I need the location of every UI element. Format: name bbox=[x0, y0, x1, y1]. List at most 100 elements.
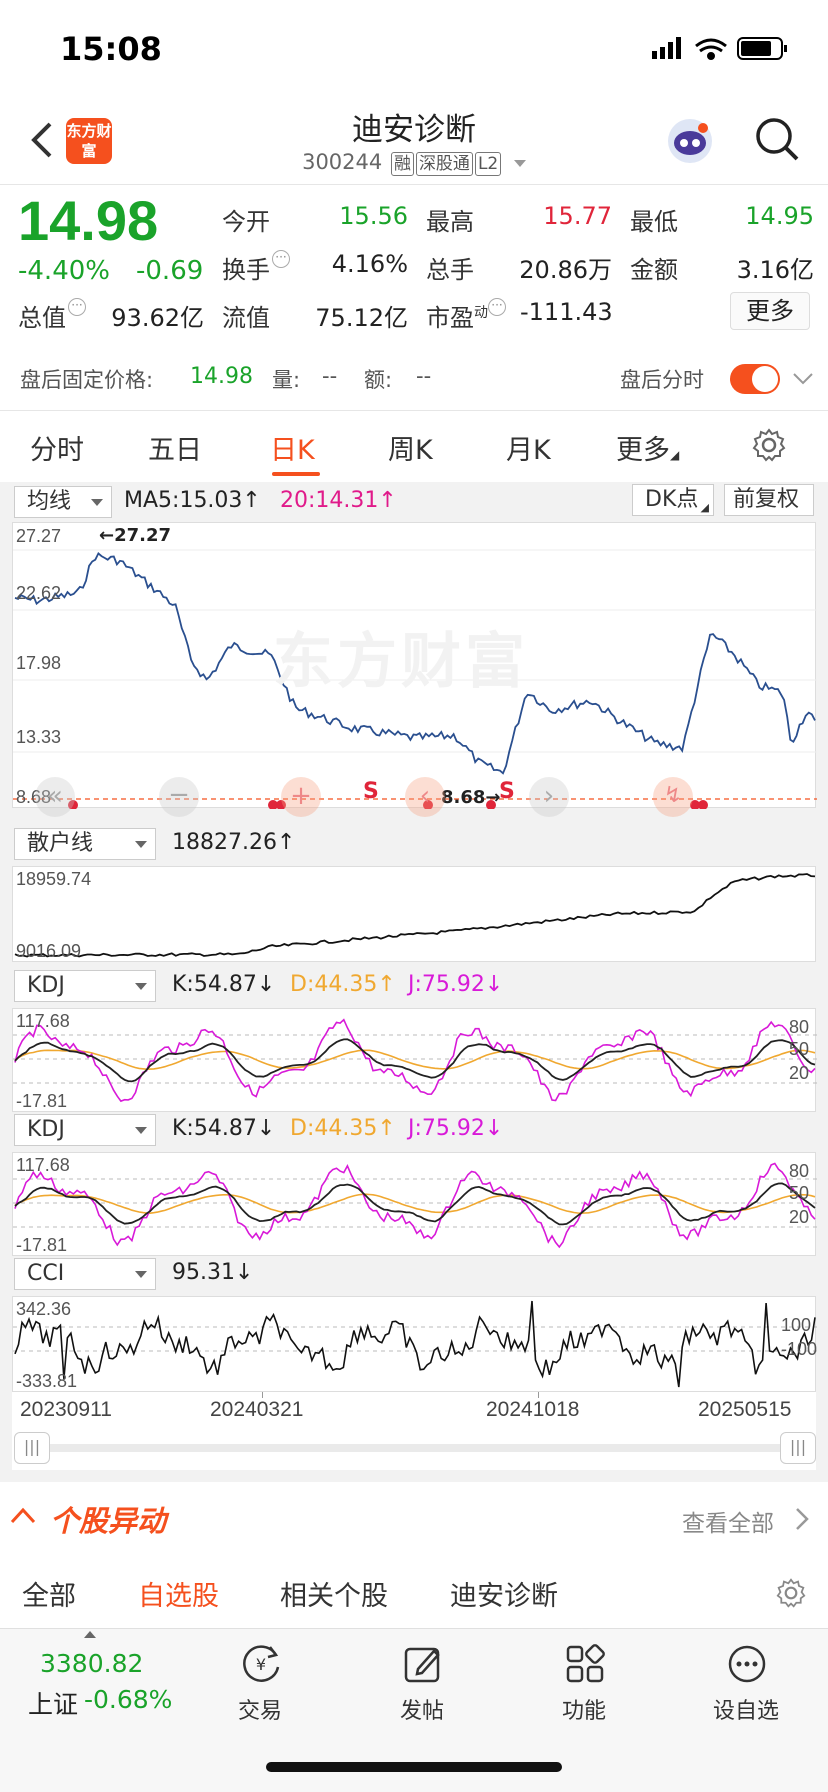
change-percent: -4.40% bbox=[18, 256, 110, 286]
add-watchlist-button[interactable]: 设自选 bbox=[686, 1639, 806, 1739]
retail-indicator-select[interactable]: 散户线 bbox=[14, 828, 156, 860]
wifi-icon bbox=[695, 38, 727, 60]
news-tab-stock[interactable]: 迪安诊断 bbox=[450, 1574, 558, 1613]
kdj-tick: 50 bbox=[789, 1039, 810, 1059]
retail-panel[interactable]: 18959.74 9016.09 bbox=[12, 866, 816, 962]
price-chart-panel[interactable]: 东方财富 27.27 22.62 17.98 13.33 8.68 ←27.27… bbox=[12, 522, 817, 817]
tab-timeshare[interactable]: 分时 bbox=[30, 428, 84, 467]
cci-indicator-select[interactable]: CCI bbox=[14, 1258, 156, 1290]
status-bar: 15:08 bbox=[0, 0, 828, 96]
tab-five-day[interactable]: 五日 bbox=[148, 428, 202, 467]
after-hours-price: 14.98 bbox=[190, 364, 253, 389]
kdj-tick: 80 bbox=[789, 1017, 810, 1037]
tab-daily-k[interactable]: 日K bbox=[270, 428, 315, 467]
kdj-indicator-select[interactable]: KDJ bbox=[14, 970, 156, 1002]
tab-monthly-k[interactable]: 月K bbox=[506, 428, 551, 467]
quote-panel: 14.98 -4.40% -0.69 今开 15.56 最高 15.77 最低 … bbox=[0, 184, 828, 346]
view-all-link[interactable]: 查看全部 bbox=[682, 1504, 774, 1538]
scroll-left-icon[interactable]: ‹ bbox=[405, 777, 445, 817]
dk-point-button[interactable]: DK点 ◢ bbox=[632, 484, 714, 516]
index-change: -0.68% bbox=[84, 1685, 173, 1714]
kdj-chart bbox=[13, 1162, 817, 1249]
range-slider[interactable]: ||| ||| bbox=[12, 1426, 816, 1470]
trade-button[interactable]: ¥ 交易 bbox=[200, 1639, 320, 1739]
ma5-value: MA5:15.03↑ bbox=[124, 488, 261, 513]
after-hours-amt-label: 额: bbox=[364, 368, 393, 392]
retail-chart bbox=[14, 873, 816, 958]
battery-icon bbox=[737, 37, 787, 60]
watermark: 东方财富 bbox=[273, 627, 529, 697]
functions-button[interactable]: 功能 bbox=[524, 1639, 644, 1739]
float-cap-label: 流值 bbox=[222, 304, 270, 332]
tab-more[interactable]: 更多◢ bbox=[616, 428, 679, 467]
search-icon[interactable] bbox=[752, 114, 802, 164]
chevron-up-icon[interactable] bbox=[10, 1506, 36, 1524]
ma20-value: 20:14.31↑ bbox=[280, 488, 397, 513]
cci-panel[interactable]: 342.36 -333.81 100 -100 bbox=[12, 1296, 818, 1392]
kdj-panel[interactable]: 117.68 -17.81 80 50 20 bbox=[12, 1152, 817, 1256]
market-cap-value: 93.62亿 bbox=[111, 304, 204, 332]
scroll-right-icon[interactable]: › bbox=[529, 777, 569, 817]
range-right-handle[interactable]: ||| bbox=[780, 1432, 816, 1464]
compose-icon bbox=[404, 1647, 440, 1683]
signal-icon bbox=[652, 37, 681, 59]
gear-icon[interactable] bbox=[776, 1578, 806, 1608]
kdj-panel[interactable]: 117.68 -17.81 80 50 20 bbox=[12, 1008, 817, 1112]
cci-chart bbox=[13, 1300, 817, 1388]
info-icon[interactable]: ··· bbox=[488, 298, 506, 316]
cci-tick: 100 bbox=[781, 1315, 812, 1335]
after-hours-vol-label: 量: bbox=[272, 368, 301, 392]
zoom-out-icon[interactable]: − bbox=[159, 777, 199, 817]
cci-y-max: 342.36 bbox=[16, 1299, 72, 1319]
scroll-left-fast-icon[interactable]: « bbox=[35, 777, 75, 817]
gear-icon[interactable] bbox=[752, 428, 786, 462]
more-button[interactable]: 更多 bbox=[730, 292, 810, 330]
reset-icon[interactable]: ↯ bbox=[653, 777, 693, 817]
adjust-button[interactable]: 前复权 bbox=[724, 484, 814, 516]
kdj-tick: 80 bbox=[789, 1161, 810, 1181]
kdj-y-min: -17.81 bbox=[16, 1091, 68, 1111]
functions-label: 功能 bbox=[561, 1699, 606, 1724]
signal-dot bbox=[698, 800, 708, 809]
kdj-indicator-select[interactable]: KDJ bbox=[14, 1114, 156, 1146]
dropdown-caret-icon bbox=[513, 159, 526, 167]
y-tick: 22.62 bbox=[16, 583, 62, 603]
range-left-handle[interactable]: ||| bbox=[14, 1432, 50, 1464]
tab-weekly-k[interactable]: 周K bbox=[388, 428, 433, 467]
retail-line bbox=[14, 873, 816, 958]
news-tab-all[interactable]: 全部 bbox=[22, 1574, 76, 1613]
expand-caret-icon[interactable] bbox=[84, 1631, 96, 1638]
info-icon[interactable]: ··· bbox=[272, 250, 290, 268]
low-label: 最低 bbox=[630, 208, 678, 236]
after-hours-toggle[interactable] bbox=[730, 364, 780, 394]
x-date: 20240321 bbox=[210, 1398, 304, 1421]
news-tab-related[interactable]: 相关个股 bbox=[280, 1574, 388, 1613]
cci-tick: -100 bbox=[781, 1339, 818, 1359]
amount-label: 金额 bbox=[630, 256, 678, 284]
chevron-right-icon[interactable] bbox=[794, 1506, 810, 1532]
cci-y-min: -333.81 bbox=[16, 1371, 78, 1391]
kdj-d-value: D:44.35↑ bbox=[290, 972, 396, 997]
chevron-down-icon[interactable] bbox=[792, 372, 814, 386]
kdj-k-line bbox=[14, 1182, 816, 1226]
open-value: 15.56 bbox=[339, 202, 408, 230]
news-tab-watchlist[interactable]: 自选股 bbox=[138, 1574, 219, 1613]
amount-value: 3.16亿 bbox=[736, 256, 814, 284]
kdj-j-value: J:75.92↓ bbox=[408, 972, 504, 997]
status-icons bbox=[652, 37, 787, 60]
after-hours-label: 盘后固定价格: bbox=[20, 368, 154, 392]
kdj-tick: 20 bbox=[789, 1063, 810, 1083]
post-button[interactable]: 发帖 bbox=[362, 1639, 482, 1739]
zoom-in-icon[interactable]: + bbox=[281, 777, 321, 817]
turnover-label: 换手 ··· bbox=[222, 250, 290, 285]
kdj-d-line bbox=[14, 1049, 816, 1071]
stock-movement-header[interactable]: 个股异动 查看全部 bbox=[0, 1482, 828, 1554]
kdj-k-value: K:54.87↓ bbox=[172, 972, 276, 997]
margin-tag: 融 bbox=[390, 152, 414, 176]
current-price: 14.98 bbox=[18, 189, 159, 252]
ma-indicator-select[interactable]: 均线 bbox=[14, 486, 112, 518]
connect-tag: 深股通 bbox=[415, 152, 473, 176]
info-icon[interactable]: ··· bbox=[68, 298, 86, 316]
robot-assistant-icon[interactable] bbox=[665, 116, 715, 166]
index-value[interactable]: 3380.82 bbox=[40, 1649, 143, 1678]
